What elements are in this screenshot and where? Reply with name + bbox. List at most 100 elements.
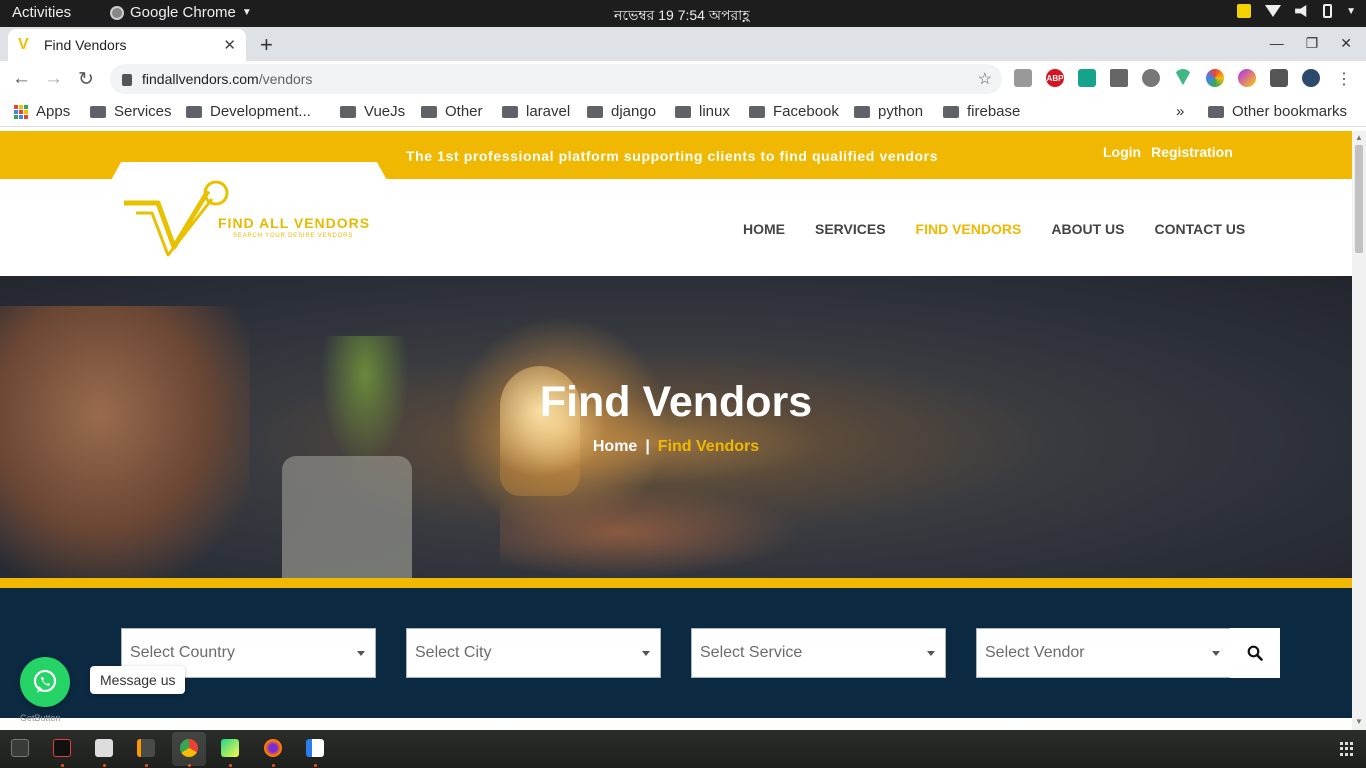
caret-down-icon: [1212, 651, 1220, 656]
bookmark-label: Services: [114, 103, 172, 120]
adblock-plus-icon[interactable]: ABP: [1046, 69, 1064, 87]
site-header: FIND ALL VENDORS SEARCH YOUR DESIRE VEND…: [0, 179, 1352, 276]
whatsapp-message-bubble[interactable]: Message us: [90, 666, 186, 694]
show-applications-icon[interactable]: [1340, 742, 1354, 756]
login-link[interactable]: Login: [1103, 144, 1141, 160]
bookmark-folder[interactable]: django: [587, 103, 656, 120]
files-icon[interactable]: [95, 739, 113, 757]
mail-extension-icon[interactable]: [1078, 69, 1096, 87]
sublime-text-icon[interactable]: [137, 739, 155, 757]
caret-down-icon: [642, 651, 650, 656]
bookmark-other[interactable]: Other bookmarks: [1208, 103, 1347, 120]
favicon-icon: V: [18, 36, 29, 53]
chrome-dock-icon[interactable]: [180, 739, 198, 757]
bookmark-folder[interactable]: firebase: [943, 103, 1020, 120]
devtools-extension-icon[interactable]: [1142, 69, 1160, 87]
bookmark-folder[interactable]: VueJs: [340, 103, 405, 120]
logo-subtitle: SEARCH YOUR DESIRE VENDORS: [233, 233, 354, 239]
pycharm-icon[interactable]: [221, 739, 239, 757]
terminal-app-icon[interactable]: [53, 739, 71, 757]
bookmark-folder[interactable]: python: [854, 103, 923, 120]
bookmark-folder[interactable]: Facebook: [749, 103, 839, 120]
scrollbar-thumb[interactable]: [1355, 145, 1363, 253]
nav-services[interactable]: SERVICES: [815, 221, 886, 237]
bookmark-label: python: [878, 103, 924, 120]
bookmark-label: laravel: [526, 103, 571, 120]
forward-icon[interactable]: →: [44, 68, 63, 90]
folder-icon: [421, 105, 437, 118]
reload-icon[interactable]: ↻: [78, 68, 94, 91]
whatsapp-button[interactable]: [20, 657, 70, 707]
running-indicator: [272, 764, 275, 767]
tab-title: Find Vendors: [44, 37, 127, 53]
folder-icon: [675, 105, 691, 118]
app-menu[interactable]: Google Chrome ▼: [110, 4, 252, 21]
bookmark-folder[interactable]: linux: [675, 103, 730, 120]
select-label: Select Service: [700, 644, 803, 661]
volume-icon: [1295, 5, 1307, 17]
feather-extension-icon[interactable]: [1238, 69, 1256, 87]
app-name: Google Chrome: [130, 4, 236, 21]
vue-devtools-icon[interactable]: [1174, 69, 1192, 86]
bookmark-folder[interactable]: Other: [421, 103, 483, 120]
profile-avatar[interactable]: [1302, 69, 1320, 87]
nav-about-us[interactable]: ABOUT US: [1051, 221, 1124, 237]
service-select[interactable]: Select Service: [691, 628, 946, 678]
clock[interactable]: নভেম্বর 19 7:54 অপরাহ্ণ: [614, 4, 750, 28]
browser-tab[interactable]: V Find Vendors ✕: [8, 29, 246, 61]
running-indicator: [229, 764, 232, 767]
system-tray[interactable]: ▼: [1237, 4, 1356, 18]
wifi-icon: [1265, 5, 1282, 17]
caret-down-icon: [927, 651, 935, 656]
nav-contact-us[interactable]: CONTACT US: [1154, 221, 1245, 237]
bookmark-label: Other: [445, 103, 483, 120]
system-top-bar: Activities Google Chrome ▼ নভেম্বর 19 7:…: [0, 0, 1366, 27]
move-extension-icon[interactable]: [1110, 69, 1128, 87]
site-tagline: The 1st professional platform supporting…: [406, 148, 939, 164]
menu-kebab-icon[interactable]: ⋮: [1336, 69, 1352, 89]
lock-icon[interactable]: [122, 74, 132, 86]
scroll-down-icon[interactable]: ▼: [1355, 717, 1363, 726]
terminal-icon[interactable]: [11, 739, 29, 757]
search-button[interactable]: [1230, 628, 1280, 678]
activities-button[interactable]: Activities: [12, 4, 71, 21]
address-bar[interactable]: findallvendors.com/vendors ☆: [110, 64, 1002, 94]
registration-link[interactable]: Registration: [1151, 144, 1233, 160]
select-label: Select City: [415, 644, 492, 661]
folder-icon: [587, 105, 603, 118]
new-tab-button[interactable]: +: [260, 32, 273, 58]
text-editor-icon[interactable]: [306, 739, 324, 757]
bookmarks-overflow-button[interactable]: »: [1176, 103, 1184, 120]
accent-divider: [0, 578, 1352, 588]
close-window-icon[interactable]: ✕: [1340, 35, 1352, 52]
restore-icon[interactable]: ❐: [1306, 35, 1319, 52]
nav-home[interactable]: HOME: [743, 221, 785, 237]
page-title: Find Vendors: [539, 378, 813, 426]
puzzle-extensions-icon[interactable]: [1270, 69, 1288, 87]
city-select[interactable]: Select City: [406, 628, 661, 678]
vendor-select[interactable]: Select Vendor: [976, 628, 1231, 678]
nav-find-vendors[interactable]: FIND VENDORS: [916, 221, 1022, 237]
bookmark-folder[interactable]: laravel: [502, 103, 570, 120]
tab-strip: V Find Vendors ✕ + — ❐ ✕: [0, 27, 1366, 61]
bookmark-star-icon[interactable]: ☆: [978, 69, 992, 89]
color-picker-extension-icon[interactable]: [1206, 69, 1224, 87]
notes-icon[interactable]: [1237, 4, 1252, 18]
firefox-icon[interactable]: [264, 739, 282, 757]
bookmark-apps[interactable]: Apps: [14, 103, 70, 120]
page-scrollbar[interactable]: ▲ ▼: [1352, 131, 1366, 730]
caret-down-icon: [357, 651, 365, 656]
bookmark-folder[interactable]: Development...: [186, 103, 311, 120]
bookmark-label: django: [611, 103, 657, 120]
window-controls: — ❐ ✕: [1270, 35, 1352, 52]
minimize-icon[interactable]: —: [1270, 35, 1284, 52]
breadcrumb-current: Find Vendors: [657, 438, 760, 455]
breadcrumb-home[interactable]: Home: [593, 438, 637, 455]
select-label: Select Country: [130, 644, 235, 661]
running-indicator: [145, 764, 148, 767]
close-icon[interactable]: ✕: [223, 36, 236, 54]
back-icon[interactable]: ←: [12, 68, 31, 90]
bookmark-folder[interactable]: Services: [90, 103, 172, 120]
scroll-up-icon[interactable]: ▲: [1355, 133, 1363, 142]
camera-extension-icon[interactable]: [1014, 69, 1032, 87]
